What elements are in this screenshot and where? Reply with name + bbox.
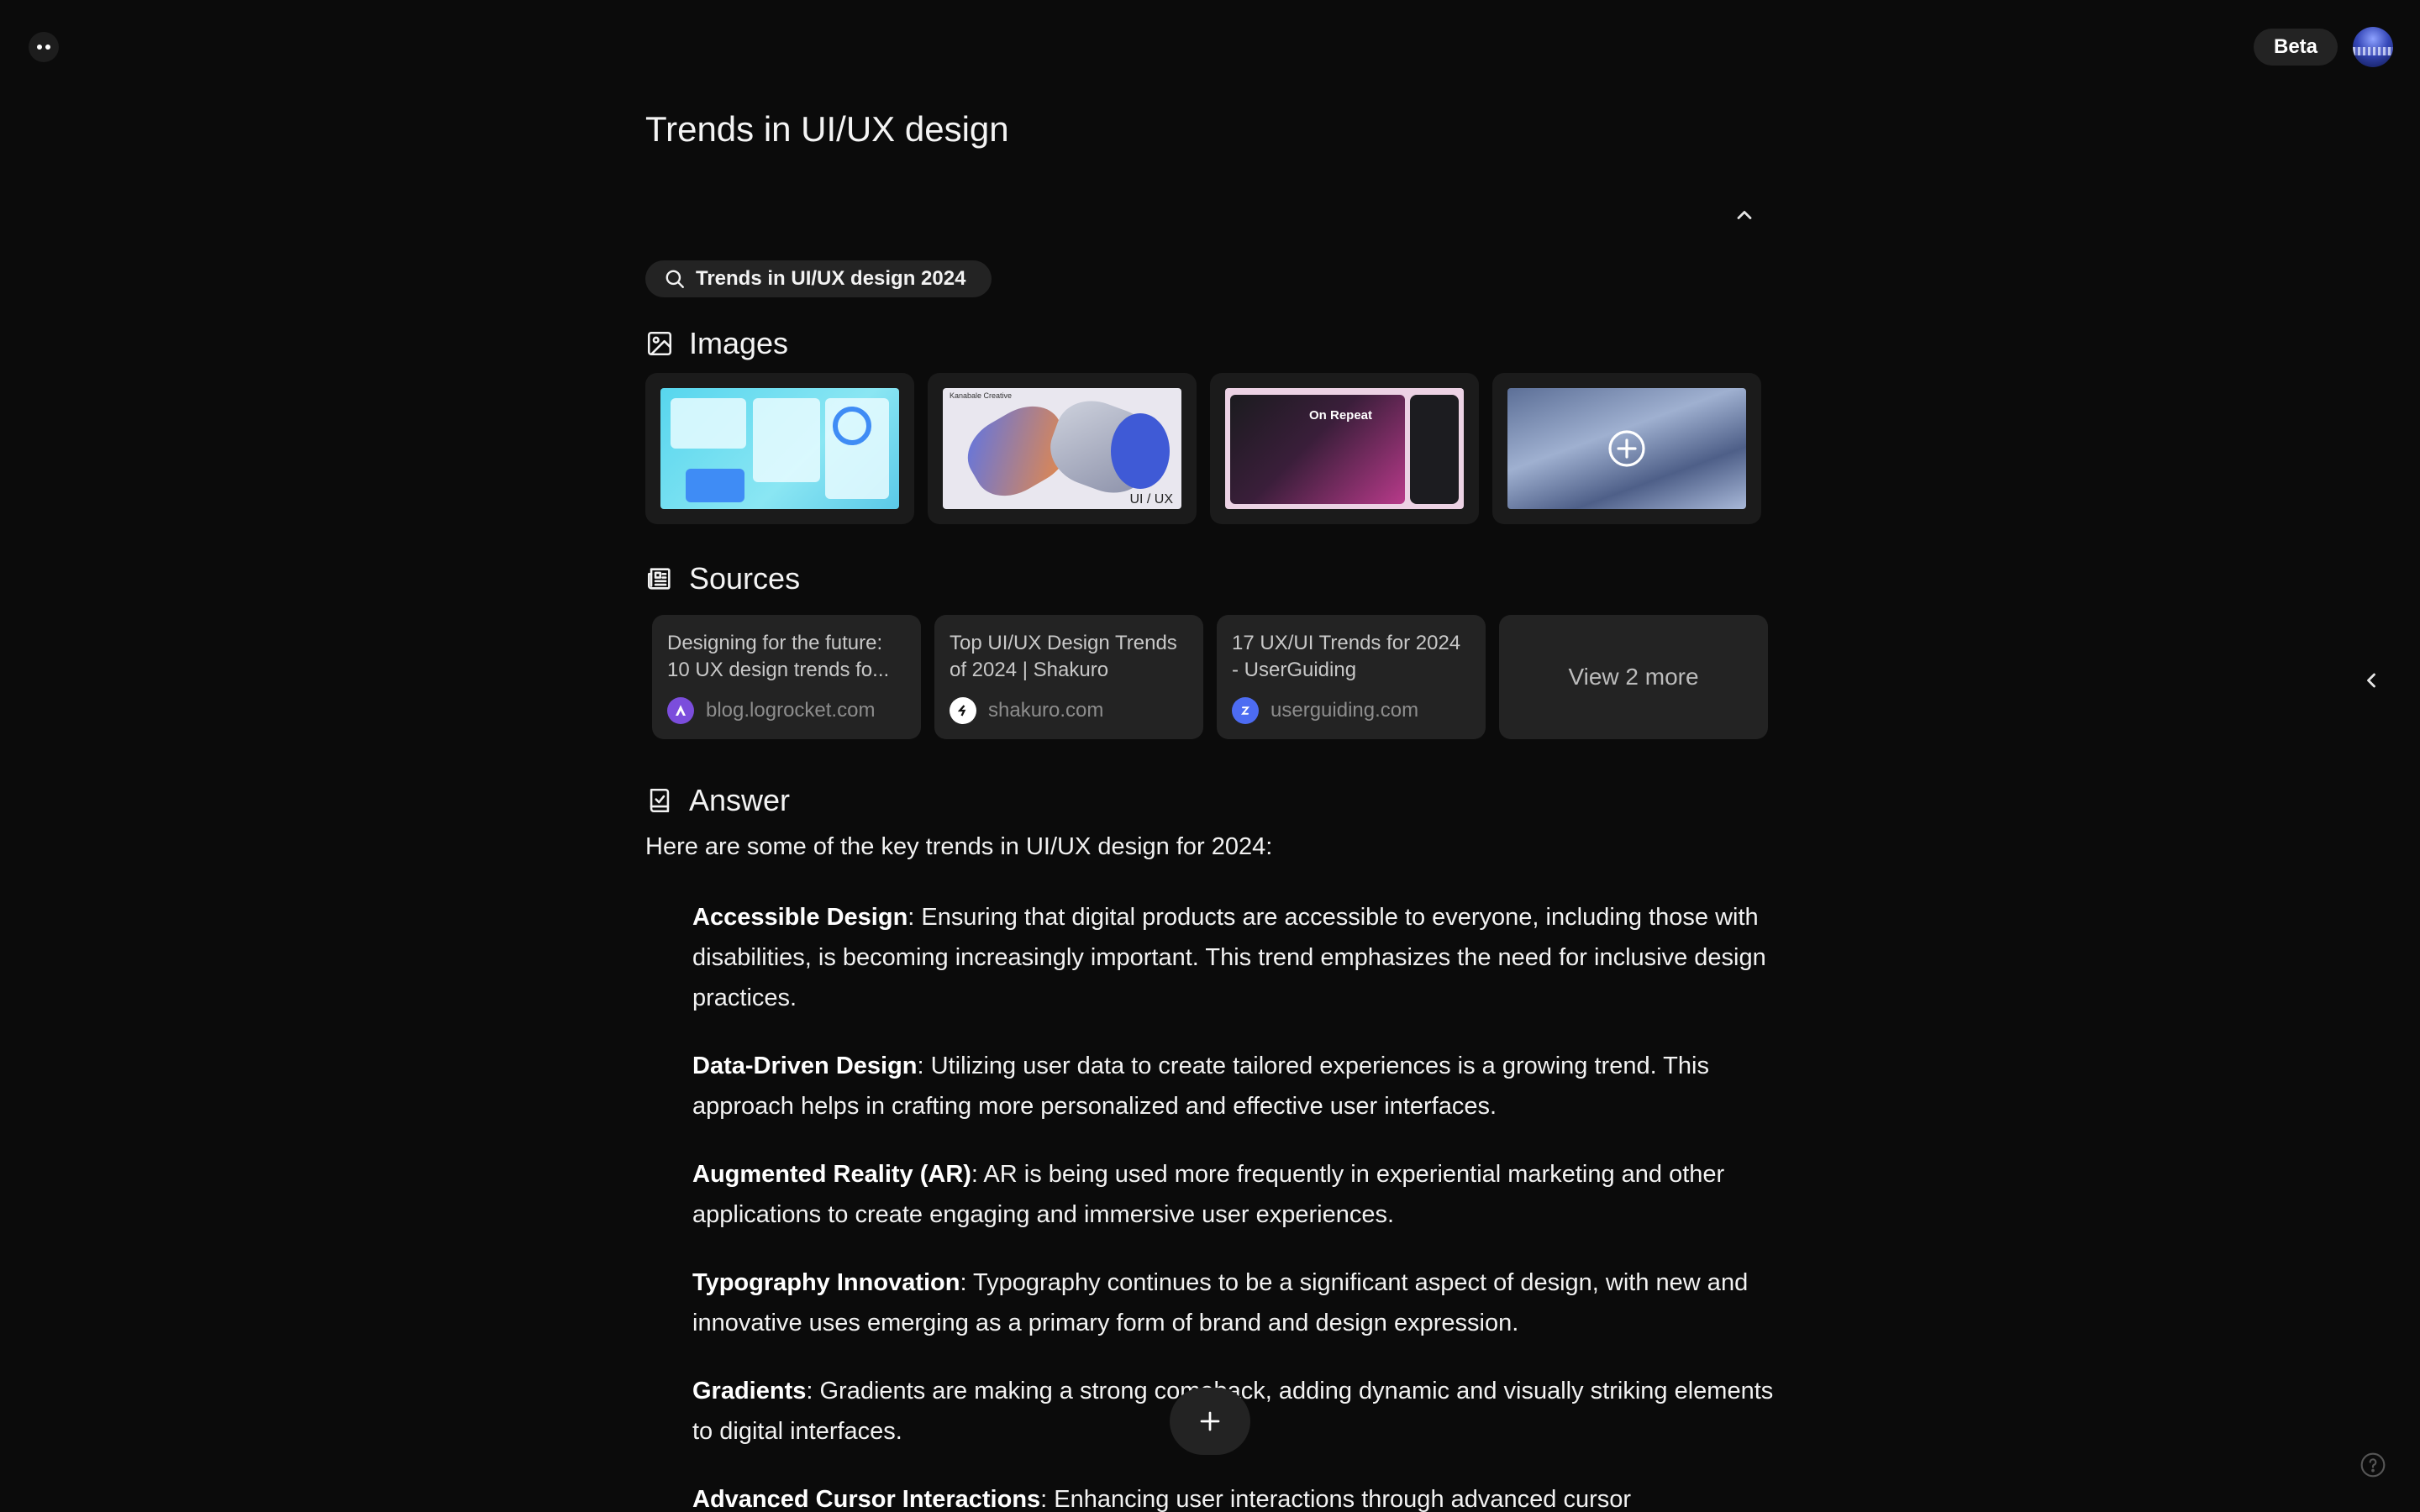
search-icon xyxy=(666,270,684,288)
userguiding-favicon-icon xyxy=(1232,697,1259,724)
shakuro-favicon-icon xyxy=(950,697,976,724)
source-title: 17 UX/UI Trends for 2024 - UserGuiding xyxy=(1232,632,1461,681)
answer-item: Augmented Reality (AR): AR is being used… xyxy=(692,1154,1781,1235)
menu-button[interactable] xyxy=(29,32,59,62)
source-domain: userguiding.com xyxy=(1270,699,1419,722)
plus-circle-icon xyxy=(1608,430,1645,467)
image-card-more[interactable] xyxy=(1492,373,1761,524)
help-icon[interactable] xyxy=(2360,1452,2386,1478)
source-footer: shakuro.com xyxy=(950,697,1103,724)
view-more-sources-button[interactable]: View 2 more xyxy=(1499,615,1768,739)
newspaper-icon xyxy=(647,568,671,590)
image-thumbnail: Kanabale Creative UI / UX xyxy=(943,388,1181,509)
thumb-brand: Kanabale Creative xyxy=(950,391,1013,400)
thumb-shape xyxy=(1111,413,1170,489)
answer-header: Answer xyxy=(645,783,790,818)
beta-badge[interactable]: Beta xyxy=(2254,29,2338,66)
plus-icon xyxy=(1200,1411,1220,1431)
images-row: Kanabale Creative UI / UX On Repeat xyxy=(645,373,1761,524)
more-dots-icon-dot xyxy=(45,45,50,50)
page-title: Trends in UI/UX design xyxy=(645,109,1009,149)
search-query-pill[interactable]: Trends in UI/UX design 2024 xyxy=(645,260,992,297)
thumb-label: On Repeat xyxy=(1309,408,1373,423)
source-title: Designing for the future: 10 UX design t… xyxy=(667,632,890,681)
answer-intro: Here are some of the key trends in UI/UX… xyxy=(645,833,1273,860)
image-thumbnail xyxy=(1507,388,1746,509)
answer-item: Accessible Design: Ensuring that digital… xyxy=(692,897,1781,1018)
more-dots-icon xyxy=(37,45,42,50)
userguiding-logo-icon xyxy=(1240,706,1250,715)
answer-item-term: Augmented Reality (AR) xyxy=(692,1161,971,1188)
image-card[interactable]: On Repeat xyxy=(1210,373,1479,524)
logrocket-logo-icon xyxy=(676,705,686,716)
images-heading: Images xyxy=(689,326,789,360)
source-card[interactable]: Top UI/UX Design Trends of 2024 | Shakur… xyxy=(934,615,1203,739)
chevron-left-icon[interactable] xyxy=(2360,669,2383,692)
answer-item: Data-Driven Design: Utilizing user data … xyxy=(692,1046,1781,1126)
image-icon xyxy=(647,331,672,356)
sources-heading: Sources xyxy=(689,561,801,596)
answer-item-term: Accessible Design xyxy=(692,904,908,931)
chevron-up-icon[interactable] xyxy=(1733,203,1756,227)
thumb-phone xyxy=(1410,395,1459,504)
answer-item-term: Advanced Cursor Interactions xyxy=(692,1486,1041,1512)
source-title: Top UI/UX Design Trends of 2024 | Shakur… xyxy=(950,632,1177,681)
images-header: Images xyxy=(645,326,788,361)
source-footer: userguiding.com xyxy=(1232,697,1418,724)
image-card[interactable]: Kanabale Creative UI / UX xyxy=(928,373,1197,524)
sources-row: Designing for the future: 10 UX design t… xyxy=(652,615,1768,739)
logrocket-favicon-icon xyxy=(667,697,694,724)
image-thumbnail xyxy=(660,388,899,509)
answer-item-term: Data-Driven Design xyxy=(692,1053,918,1079)
add-button[interactable] xyxy=(1170,1388,1250,1455)
thumb-tag: UI / UX xyxy=(1129,492,1173,507)
answer-item: Typography Innovation: Typography contin… xyxy=(692,1263,1781,1343)
answer-item-text: : Enhancing user interactions through ad… xyxy=(1040,1486,1632,1512)
source-footer: blog.logrocket.com xyxy=(667,697,875,724)
shakuro-logo-icon xyxy=(957,705,966,717)
thumb-bars xyxy=(686,469,744,502)
answer-item-term: Typography Innovation xyxy=(692,1269,960,1296)
source-domain: shakuro.com xyxy=(988,699,1104,722)
source-domain: blog.logrocket.com xyxy=(706,699,876,722)
source-card[interactable]: 17 UX/UI Trends for 2024 - UserGuiding u… xyxy=(1217,615,1486,739)
thumb-panel xyxy=(671,398,746,449)
sources-header: Sources xyxy=(645,561,800,596)
answer-heading: Answer xyxy=(689,783,791,817)
thumb-ring xyxy=(833,407,871,445)
answer-item: Advanced Cursor Interactions: Enhancing … xyxy=(692,1479,1781,1512)
avatar[interactable] xyxy=(2353,27,2393,67)
source-card[interactable]: Designing for the future: 10 UX design t… xyxy=(652,615,921,739)
answer-icon xyxy=(650,788,670,813)
thumb-panel xyxy=(753,398,820,482)
answer-item-term: Gradients xyxy=(692,1378,807,1404)
image-card[interactable] xyxy=(645,373,914,524)
image-thumbnail: On Repeat xyxy=(1225,388,1464,509)
search-query-text: Trends in UI/UX design 2024 xyxy=(696,267,966,290)
